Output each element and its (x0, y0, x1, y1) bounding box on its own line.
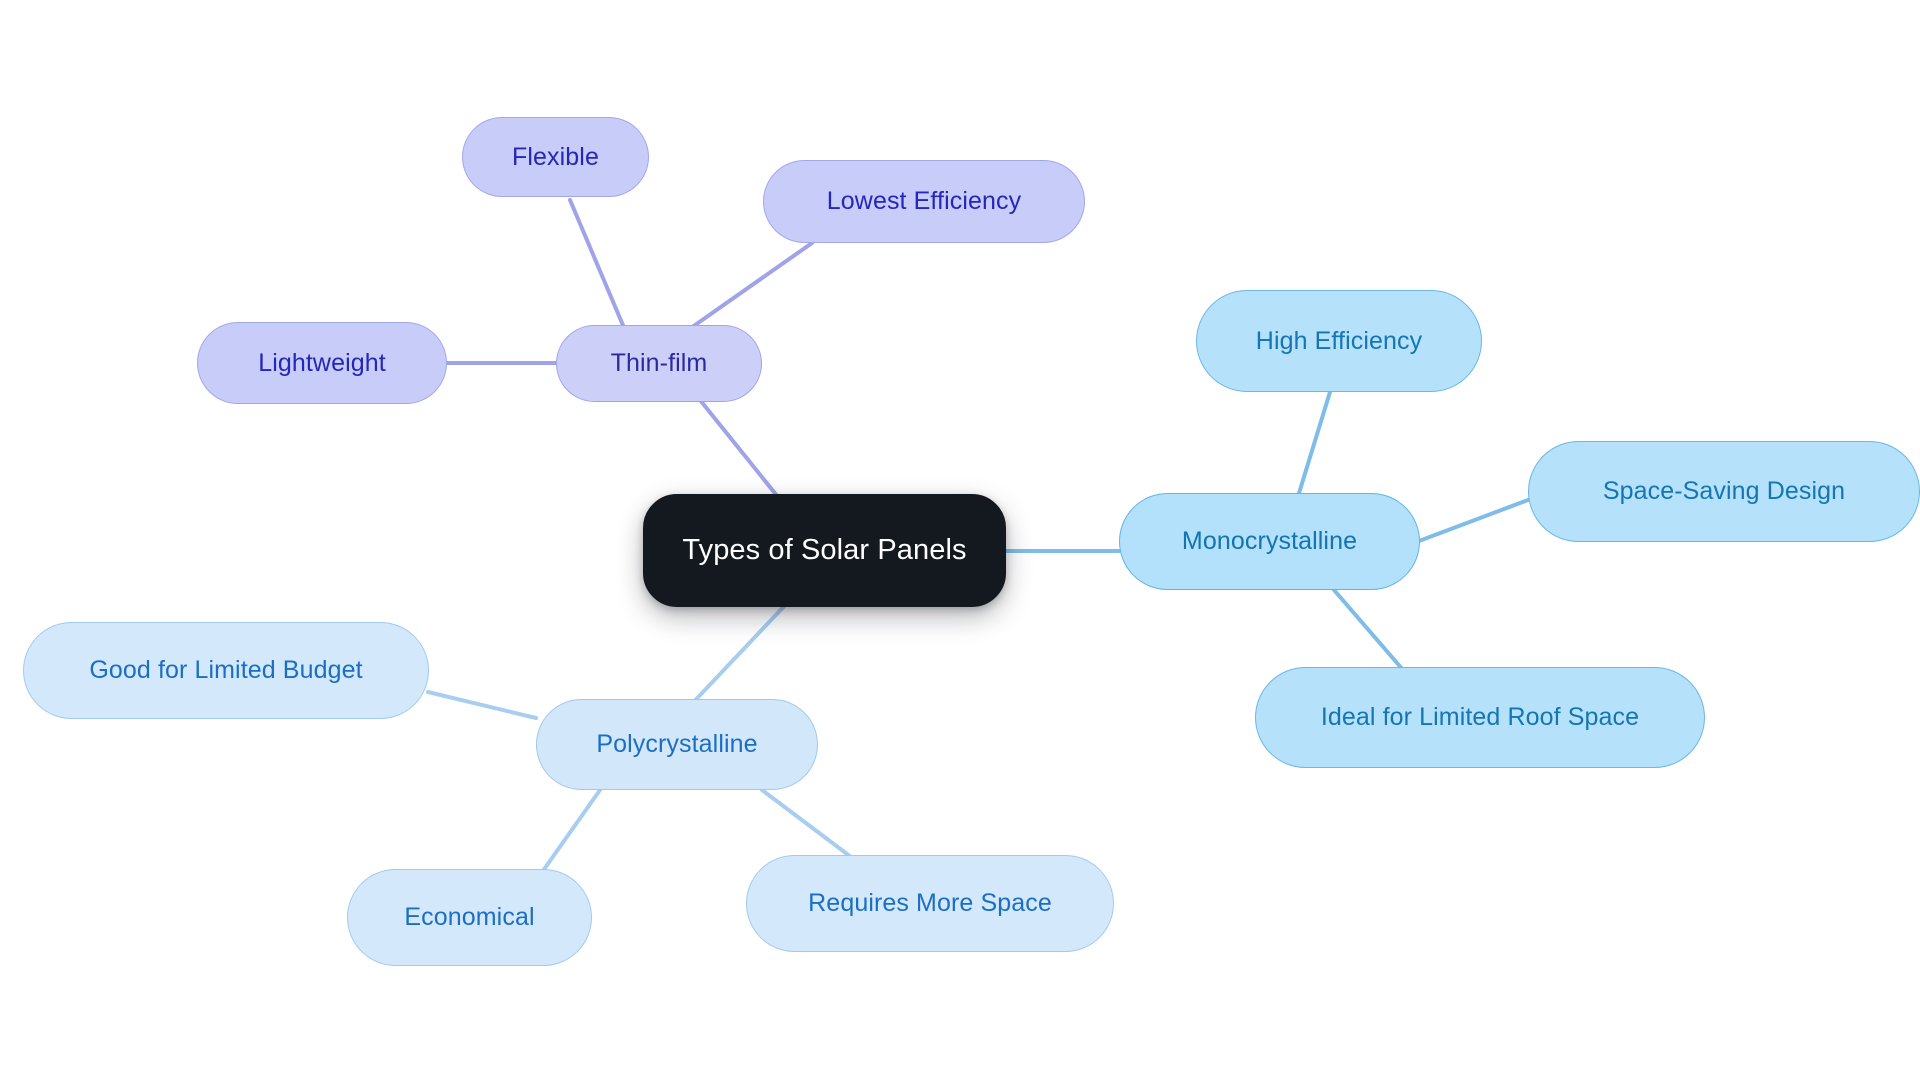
mindmap-root-label: Types of Solar Panels (682, 534, 967, 566)
mindmap-node-flexible-label: Flexible (512, 142, 599, 171)
mindmap-node-high-efficiency-label: High Efficiency (1255, 326, 1423, 355)
mindmap-node-economical[interactable]: Economical (347, 869, 592, 966)
connector-thin-film-to-lowest-efficiency (686, 241, 814, 332)
mindmap-node-ideal-for-limited-roof-space[interactable]: Ideal for Limited Roof Space (1255, 667, 1705, 768)
mindmap-node-space-saving-design-label: Space-Saving Design (1602, 477, 1846, 505)
mindmap-node-monocrystalline[interactable]: Monocrystalline (1119, 493, 1420, 590)
mindmap-root-node[interactable]: Types of Solar Panels (643, 494, 1006, 607)
mindmap-canvas: Types of Solar Panels Thin-film Flexible… (0, 0, 1920, 1083)
mindmap-node-lightweight[interactable]: Lightweight (197, 322, 447, 404)
connector-monocrystalline-to-space-saving-design (1417, 498, 1530, 543)
mindmap-node-ideal-for-limited-roof-space-label: Ideal for Limited Roof Space (1320, 703, 1640, 731)
connector-root-to-thin-film (698, 398, 784, 504)
mindmap-node-polycrystalline-label: Polycrystalline (596, 730, 758, 758)
mindmap-node-monocrystalline-label: Monocrystalline (1181, 527, 1358, 555)
mindmap-node-high-efficiency[interactable]: High Efficiency (1196, 290, 1482, 392)
connector-polycrystalline-to-economical (538, 788, 602, 877)
mindmap-node-flexible[interactable]: Flexible (462, 117, 649, 197)
connector-monocrystalline-to-ideal-for-limited-roof-space (1332, 588, 1412, 680)
connector-root-to-polycrystalline (684, 598, 792, 712)
mindmap-node-good-for-limited-budget-label: Good for Limited Budget (89, 656, 363, 684)
mindmap-node-polycrystalline[interactable]: Polycrystalline (536, 699, 818, 790)
connector-thin-film-to-flexible (568, 198, 627, 332)
mindmap-node-good-for-limited-budget[interactable]: Good for Limited Budget (23, 622, 429, 719)
mindmap-node-economical-label: Economical (404, 903, 535, 931)
connector-polycrystalline-to-requires-more-space (760, 788, 857, 862)
mindmap-node-lowest-efficiency-label: Lowest Efficiency (826, 187, 1022, 215)
mindmap-node-lowest-efficiency[interactable]: Lowest Efficiency (763, 160, 1085, 243)
connector-polycrystalline-to-good-for-limited-budget (426, 690, 538, 720)
mindmap-node-lightweight-label: Lightweight (258, 348, 386, 377)
mindmap-node-space-saving-design[interactable]: Space-Saving Design (1528, 441, 1920, 542)
mindmap-node-requires-more-space[interactable]: Requires More Space (746, 855, 1114, 952)
mindmap-node-requires-more-space-label: Requires More Space (808, 889, 1052, 917)
mindmap-node-thin-film[interactable]: Thin-film (556, 325, 762, 402)
mindmap-node-thin-film-label: Thin-film (610, 349, 708, 377)
